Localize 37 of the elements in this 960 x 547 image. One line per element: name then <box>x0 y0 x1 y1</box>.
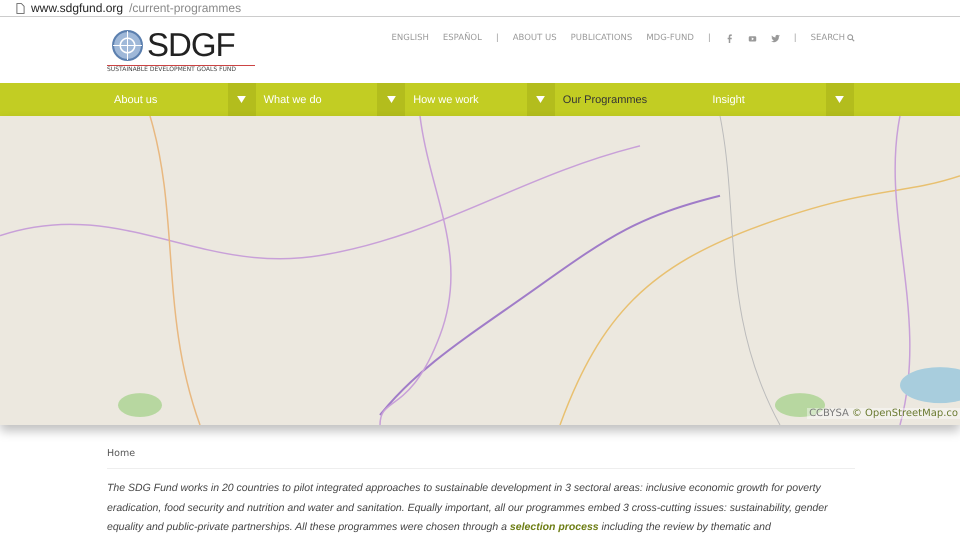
nav-tab[interactable]: About us <box>106 83 228 116</box>
caret-icon <box>386 96 396 103</box>
top-link[interactable]: PUBLICATIONS <box>570 33 632 43</box>
nav-tab[interactable]: Insight <box>704 83 826 116</box>
globe-emblem-icon <box>111 28 144 62</box>
language-link[interactable]: ESPAÑOL <box>442 33 482 43</box>
breadcrumb-link[interactable]: Home <box>107 448 136 459</box>
caret-icon <box>536 96 546 103</box>
address-bar[interactable]: www.sdgfund.org /current-programmes <box>0 0 960 17</box>
top-link[interactable]: ABOUT US <box>512 33 557 43</box>
dropdown-toggle[interactable] <box>377 83 406 116</box>
selection-process-link[interactable]: selection process <box>510 521 599 533</box>
nav-tab[interactable]: How we work <box>405 83 527 116</box>
caret-icon <box>835 96 844 103</box>
letter-f-icon[interactable] <box>724 34 734 42</box>
logo-wordmark: SDGF <box>147 27 235 63</box>
dropdown-toggle[interactable] <box>526 83 555 116</box>
nav-tab[interactable]: Our Programmes <box>554 83 704 116</box>
search-icon <box>847 34 855 42</box>
page-icon <box>16 2 25 14</box>
url-domain: www.sdgfund.org <box>31 1 124 15</box>
play-icon[interactable] <box>748 34 757 42</box>
license-text: CCBYSA <box>809 408 849 419</box>
intro-paragraph: The SDG Fund works in 20 countries to pilot integrated approaches to sustainable development in 3 sectoral areas: inclusive economic growth for poverty eradication, food security and nutrition and water and sanitation. Equally important, all our programmes embed 3 cross-cutting issues: sustainability, gender equality and public-private partnerships. All these programmes were chosen through a selection process including the review by thematic and <box>107 481 829 535</box>
dropdown-toggle[interactable] <box>228 83 256 116</box>
separator: | <box>794 33 797 43</box>
url-path: /current-programmes <box>129 1 242 15</box>
separator: | <box>496 33 499 43</box>
separator: | <box>708 33 711 43</box>
language-link[interactable]: ENGLISH <box>392 33 429 43</box>
nav-tab[interactable]: What we do <box>256 83 378 116</box>
attribution-link[interactable]: © OpenStreetMap.co <box>852 408 958 419</box>
bird-icon[interactable] <box>770 34 780 42</box>
dropdown-toggle[interactable] <box>826 83 854 116</box>
search-link[interactable]: SEARCH <box>810 33 855 43</box>
top-link[interactable]: MDG-FUND <box>646 33 694 43</box>
caret-icon <box>237 96 246 103</box>
